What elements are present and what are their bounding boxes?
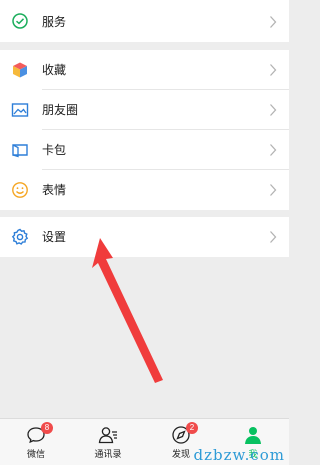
annotation-arrow: [92, 238, 163, 383]
tab-label: 微信: [26, 449, 45, 459]
unread-badge: 2: [186, 422, 198, 434]
contacts-person-icon: [98, 427, 117, 444]
me-person-icon: [245, 427, 261, 444]
tab-label: 通讯录: [94, 449, 122, 459]
watermark: dzbzw.com: [193, 446, 285, 464]
unread-badge: 8: [41, 422, 53, 434]
tab-chats[interactable]: 8 微信: [0, 419, 72, 465]
tab-contacts[interactable]: 通讯录: [72, 419, 144, 465]
